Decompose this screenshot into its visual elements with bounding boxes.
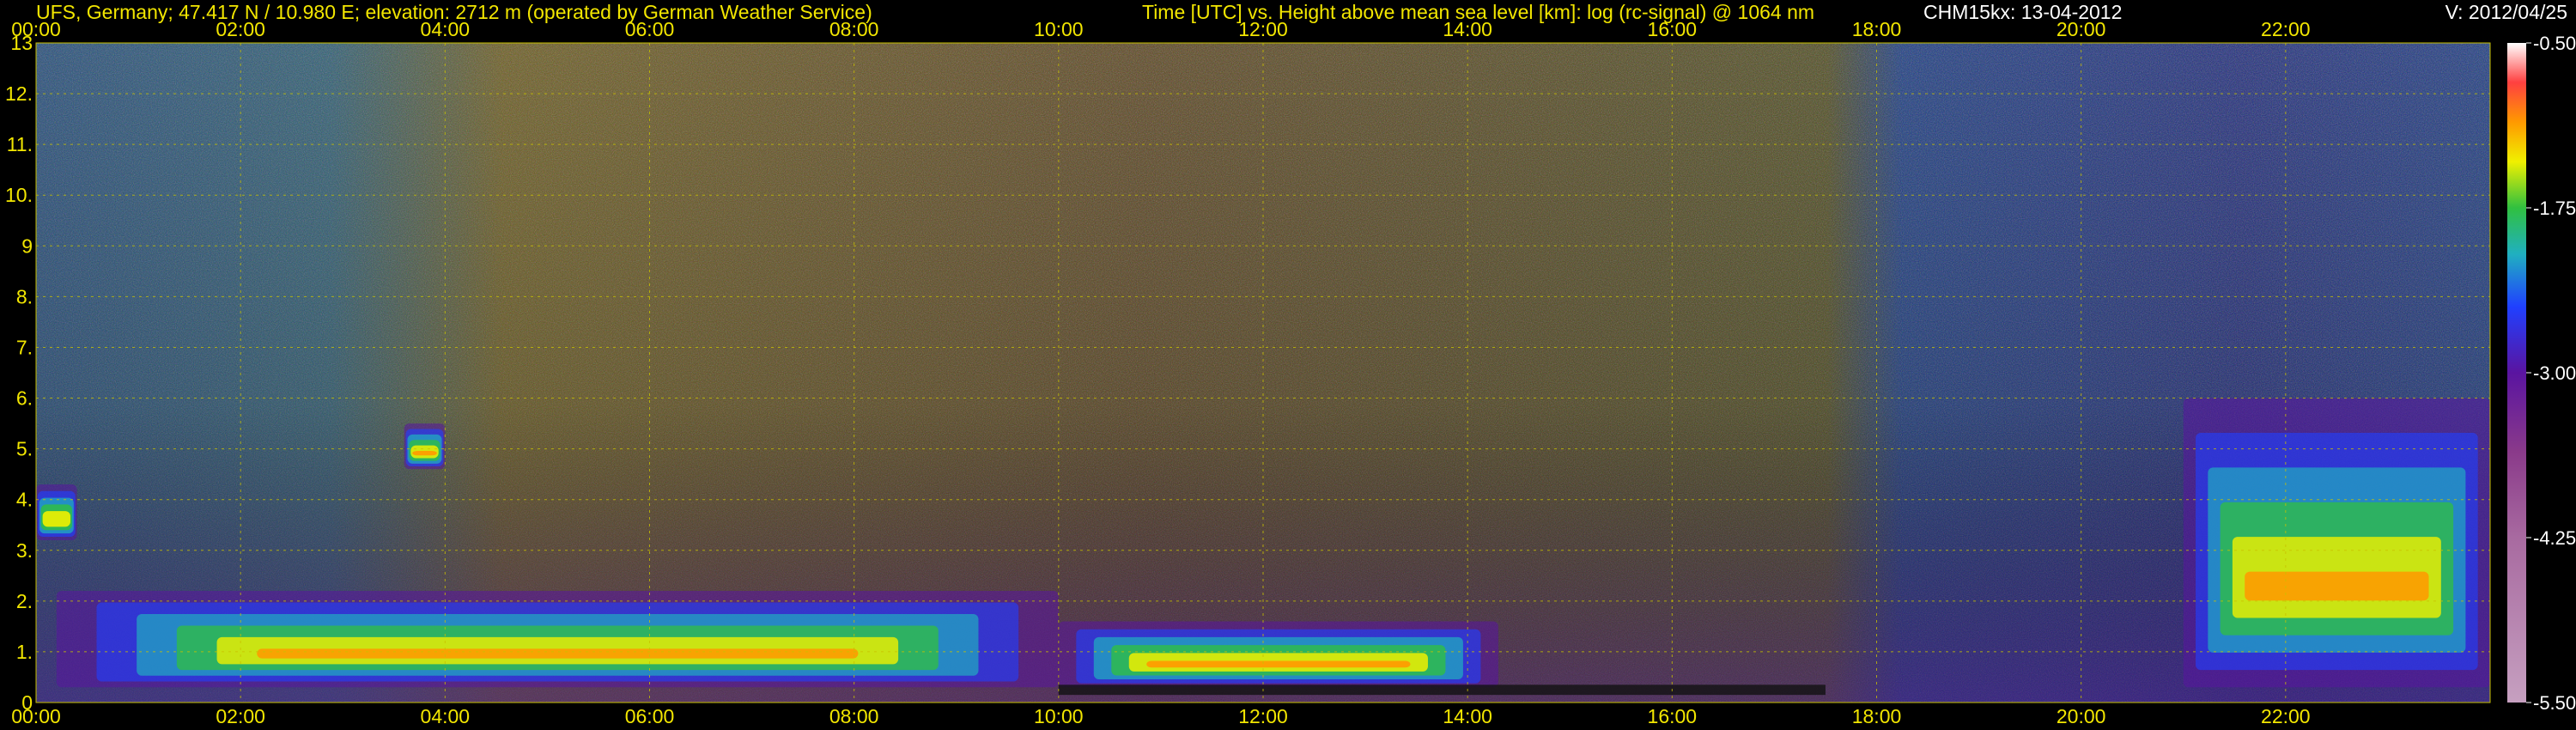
y-tick-label: 10.	[5, 184, 33, 206]
y-tick-label: 5.	[16, 438, 33, 460]
x-tick-label-bottom: 04:00	[421, 705, 471, 727]
colorbar-tick-label: -1.75	[2533, 198, 2576, 219]
feature-afternoon-cloud-layer	[1058, 621, 1498, 688]
x-tick-label-bottom: 12:00	[1238, 705, 1288, 727]
surface-dark-band	[1058, 684, 1826, 696]
x-ticks-bottom: 00:00 02:00 04:00 06:00 08:00 10:00 12:00 14:00…	[11, 705, 2310, 727]
plot-area	[36, 43, 2490, 703]
y-tick-label: 1.	[16, 641, 33, 663]
x-tick-label-bottom: 22:00	[2261, 705, 2311, 727]
colorbar-tick-label: -0.50	[2533, 33, 2576, 54]
feature-band	[1146, 660, 1411, 668]
x-tick-label-bottom: 20:00	[2057, 705, 2106, 727]
x-tick-label-bottom: 08:00	[829, 705, 879, 727]
x-tick-label-bottom: 00:00	[11, 705, 61, 727]
y-tick-label: 11.	[7, 133, 33, 155]
y-tick-label: 12.	[5, 82, 33, 105]
feature-cloud-at-5-km	[404, 423, 446, 470]
y-tick-label: 6.	[16, 387, 33, 410]
y-ticks: 0 1. 2. 3. 4. 5. 6. 7. 8. 9 10. 11. 12. 13	[5, 32, 33, 714]
x-tick-label-bottom: 10:00	[1034, 705, 1084, 727]
x-tick-label-top: 02:00	[216, 18, 265, 40]
y-tick-label: 13	[10, 32, 33, 54]
x-tick-label-top: 06:00	[625, 18, 675, 40]
x-tick-label-top: 14:00	[1443, 18, 1492, 40]
colorbar-tick-label: -4.25	[2533, 527, 2576, 549]
lidar-backscatter-chart: UFS, Germany; 47.417 N / 10.980 E; eleva…	[5, 1, 2576, 727]
y-tick-label: 4.	[16, 489, 33, 511]
y-tick-label: 2.	[16, 590, 33, 612]
colorbar-tick-label: -5.50	[2533, 692, 2576, 714]
y-tick-label: 8.	[16, 285, 33, 307]
y-tick-label: 3.	[16, 539, 33, 562]
colorbar-ticks: -0.50 -1.75 -3.00 -4.25 -5.50	[2526, 33, 2576, 714]
y-tick-label: 0	[21, 691, 33, 714]
feature-band	[2245, 571, 2429, 601]
feature-band	[42, 511, 71, 527]
x-tick-label-bottom: 06:00	[625, 705, 675, 727]
feature-band	[412, 450, 437, 456]
feature-evening-cloud	[2183, 398, 2490, 688]
x-tick-label-top: 10:00	[1034, 18, 1084, 40]
x-tick-label-top: 12:00	[1238, 18, 1288, 40]
x-tick-label-top: 20:00	[2057, 18, 2106, 40]
x-tick-label-bottom: 14:00	[1443, 705, 1492, 727]
x-tick-label-top: 16:00	[1648, 18, 1698, 40]
colorbar-tick-label: -3.00	[2533, 362, 2576, 384]
x-tick-label-top: 08:00	[829, 18, 879, 40]
y-tick-label: 9	[21, 234, 33, 257]
feature-morning-cirrus	[36, 484, 77, 540]
x-tick-label-top: 04:00	[421, 18, 471, 40]
x-tick-label-bottom: 16:00	[1648, 705, 1698, 727]
x-tick-label-top: 18:00	[1852, 18, 1902, 40]
x-tick-label-top: 22:00	[2261, 18, 2311, 40]
x-tick-label-bottom: 18:00	[1852, 705, 1902, 727]
version-label: V: 2012/04/25	[2445, 1, 2567, 23]
y-tick-label: 7.	[16, 336, 33, 358]
feature-band	[257, 648, 859, 659]
feature-boundary-layer-aerosol	[56, 591, 1059, 688]
colorbar	[2507, 43, 2526, 703]
x-tick-label-bottom: 02:00	[216, 705, 265, 727]
